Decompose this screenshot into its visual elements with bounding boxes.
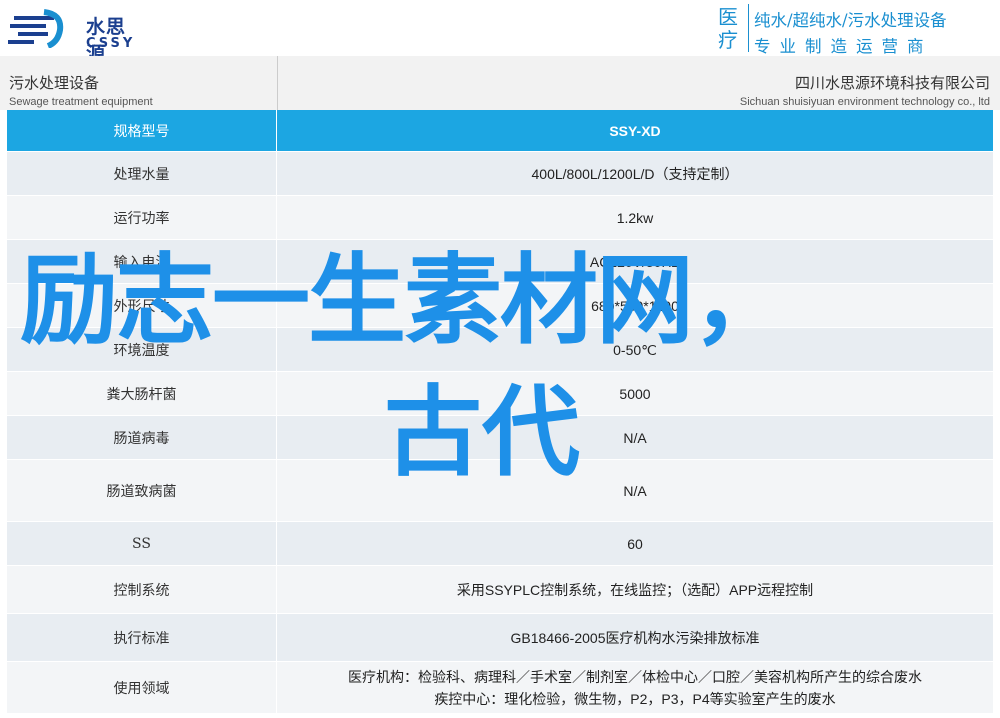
watermark-line-2: 古代 xyxy=(384,376,581,490)
tagline-divider xyxy=(748,4,749,52)
tagline-line-2: 专业制造运营商 xyxy=(754,37,933,56)
table-row: 运行功率 1.2kw xyxy=(7,196,993,240)
spec-value-line: 400L/800L/1200L/D（支持定制） xyxy=(531,165,739,182)
spec-value: 医疗机构：检验科、病理科／手术室／制剂室／体检中心／口腔／美容机构所产生的综合废… xyxy=(277,662,993,713)
category-en: Sewage treatment equipment xyxy=(9,96,153,108)
spec-value: GB18466-2005医疗机构水污染排放标准 xyxy=(277,614,993,661)
header-tagline: 医疗 纯水/超纯水/污水处理设备 专业制造运营商 xyxy=(718,4,994,56)
product-subheader: 污水处理设备 Sewage treatment equipment 四川水思源环… xyxy=(0,56,1000,110)
spec-label: 使用领域 xyxy=(7,662,277,713)
product-category: 污水处理设备 Sewage treatment equipment xyxy=(9,72,153,108)
company-logo[interactable]: 水思源 CSSY xyxy=(8,6,138,65)
spec-value-line: SSY-XD xyxy=(609,122,661,139)
spec-label: 肠道致病菌 xyxy=(7,460,277,521)
spec-label: 执行标准 xyxy=(7,614,277,661)
spec-value-line: GB18466-2005医疗机构水污染排放标准 xyxy=(510,629,760,646)
spec-label: 肠道病毒 xyxy=(7,416,277,459)
spec-value-line: 疾控中心：理化检验，微生物，P2，P3，P4等实验室产生的废水 xyxy=(434,690,836,707)
table-row: SS 60 xyxy=(7,522,993,566)
spec-value: 1.2kw xyxy=(277,196,993,239)
company-cn: 四川水思源环境科技有限公司 xyxy=(794,74,990,92)
logo-en-text: CSSY xyxy=(86,36,136,51)
table-row: 使用领域 医疗机构：检验科、病理科／手术室／制剂室／体检中心／口腔／美容机构所产生… xyxy=(7,662,993,714)
spec-value: 采用SSYPLC控制系统，在线监控；（选配）APP远程控制 xyxy=(277,566,993,613)
spec-label: 运行功率 xyxy=(7,196,277,239)
table-row: 控制系统 采用SSYPLC控制系统，在线监控；（选配）APP远程控制 xyxy=(7,566,993,614)
spec-value-line: 60 xyxy=(627,535,643,552)
spec-value-line: N/A xyxy=(623,429,647,446)
spec-label: 规格型号 xyxy=(7,110,277,151)
page-header: 水思源 CSSY 医疗 纯水/超纯水/污水处理设备 专业制造运营商 xyxy=(0,0,1000,65)
spec-label: 处理水量 xyxy=(7,152,277,195)
subheader-divider xyxy=(277,56,278,110)
table-row: 执行标准 GB18466-2005医疗机构水污染排放标准 xyxy=(7,614,993,662)
spec-value: 400L/800L/1200L/D（支持定制） xyxy=(277,152,993,195)
spec-value: SSY-XD xyxy=(277,110,993,151)
spec-label: 粪大肠杆菌 xyxy=(7,372,277,415)
spec-value-line: 医疗机构：检验科、病理科／手术室／制剂室／体检中心／口腔／美容机构所产生的综合废… xyxy=(348,668,922,685)
company-en: Sichuan shuisiyuan environment technolog… xyxy=(739,96,990,108)
tagline-side-label: 医疗 xyxy=(718,5,738,52)
table-header-row: 规格型号 SSY-XD xyxy=(7,110,993,152)
spec-value-line: 5000 xyxy=(619,385,651,402)
table-row: 处理水量 400L/800L/1200L/D（支持定制） xyxy=(7,152,993,196)
water-wave-logo-icon xyxy=(8,9,64,48)
spec-value: 60 xyxy=(277,522,993,565)
company-name: 四川水思源环境科技有限公司 Sichuan shuisiyuan environ… xyxy=(740,72,990,108)
category-cn: 污水处理设备 xyxy=(9,74,100,92)
spec-value-line: 采用SSYPLC控制系统，在线监控；（选配）APP远程控制 xyxy=(456,581,814,598)
spec-label: 控制系统 xyxy=(7,566,277,613)
tagline-line-1: 纯水/超纯水/污水处理设备 xyxy=(754,11,947,30)
spec-value-line: N/A xyxy=(623,482,647,499)
spec-value-line: 1.2kw xyxy=(616,209,654,226)
watermark-line-1: 励志一生素材网， xyxy=(20,244,790,358)
spec-label: SS xyxy=(7,522,277,565)
